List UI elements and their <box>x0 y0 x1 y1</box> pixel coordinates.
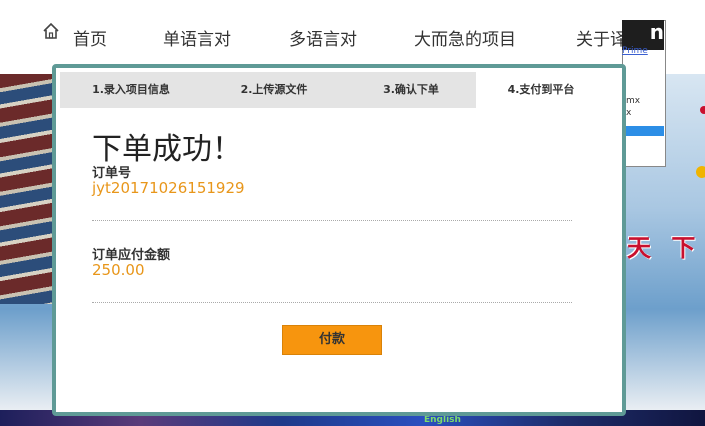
divider <box>92 220 572 221</box>
nav-multi-language[interactable]: 多语言对 <box>289 25 357 50</box>
step-upload-source[interactable]: 2.上传源文件 <box>202 72 346 108</box>
books-image <box>0 74 60 304</box>
nav-single-language[interactable]: 单语言对 <box>163 25 231 50</box>
step-pay-platform[interactable]: 4.支付到平台 <box>476 72 606 108</box>
strip-label: English <box>424 415 461 425</box>
promo-link[interactable]: Prime <box>622 46 648 56</box>
nav-urgent-projects[interactable]: 大而急的项目 <box>414 25 516 50</box>
home-icon[interactable] <box>42 22 60 40</box>
promo-text-2: x <box>626 108 632 118</box>
nav-home[interactable]: 首页 <box>73 25 107 50</box>
top-nav: 首页 单语言对 多语言对 大而急的项目 关于译网 <box>0 0 705 74</box>
banner-slogan: 天 下 <box>627 234 702 262</box>
promo-bar <box>622 126 664 136</box>
step-bar: 1.录入项目信息 2.上传源文件 3.确认下单 4.支付到平台 <box>60 72 606 108</box>
step-confirm-order[interactable]: 3.确认下单 <box>346 72 476 108</box>
decorative-art <box>696 106 705 178</box>
pay-button[interactable]: 付款 <box>282 325 382 355</box>
divider <box>92 302 572 303</box>
amount-value: 250.00 <box>92 261 145 279</box>
order-number-value: jyt20171026151929 <box>92 179 245 197</box>
promo-text: mx <box>626 96 641 106</box>
order-success-modal: 1.录入项目信息 2.上传源文件 3.确认下单 4.支付到平台 下单成功！ 订单… <box>52 64 626 416</box>
step-enter-info[interactable]: 1.录入项目信息 <box>60 72 202 108</box>
